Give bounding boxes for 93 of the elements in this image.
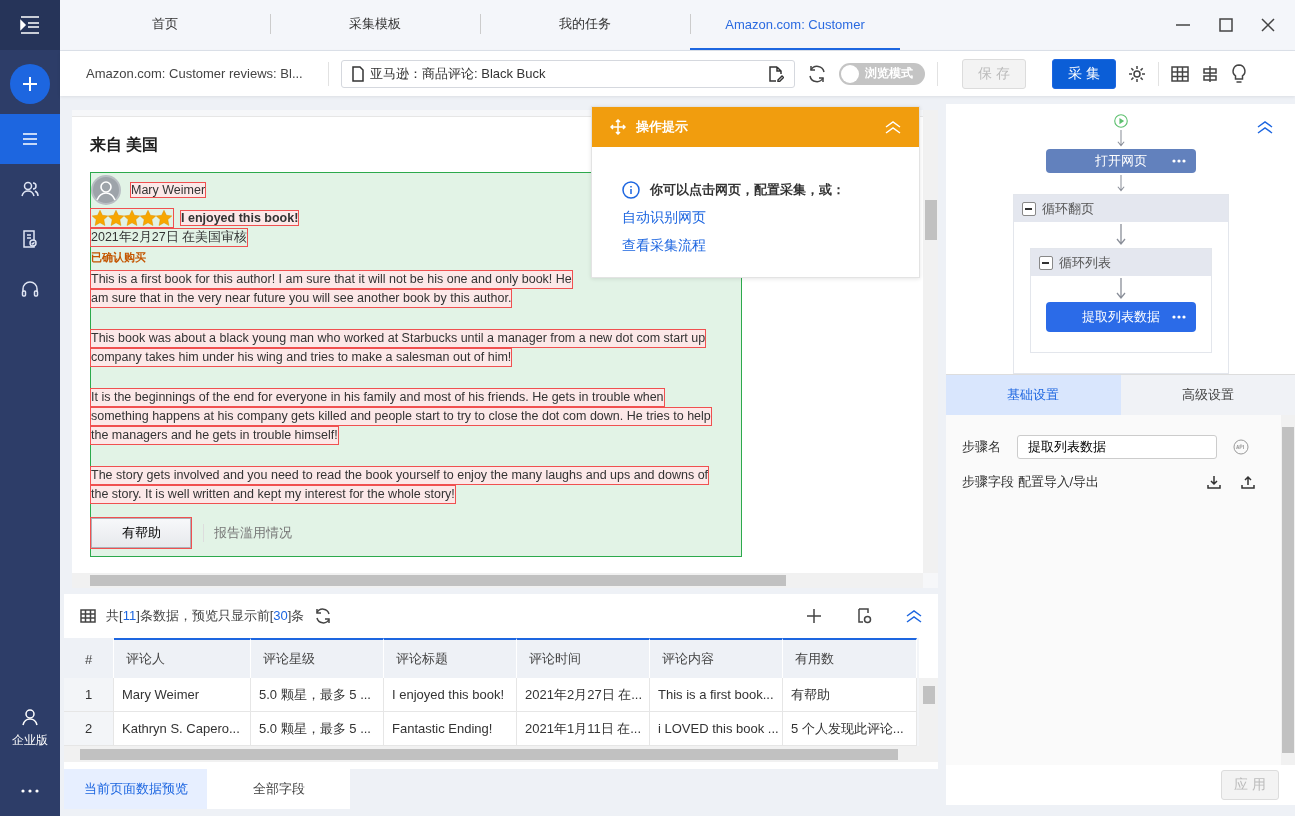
verified-label: 已确认购买 [91,250,146,265]
flow-arrow [1115,174,1126,192]
loop-header[interactable]: 循环列表 [1030,249,1211,276]
page-title: Amazon.com: Customer reviews: Bl... [86,66,304,81]
tip-message: 你可以点击网页，配置采集，或： [650,181,845,199]
table-cell: 5 个人发现此评论... [783,712,917,746]
collapse-toggle[interactable] [1021,201,1036,216]
flow-step[interactable]: 提取列表数据 [1045,302,1196,332]
table-cell: 有帮助 [783,678,917,712]
reviewer-name[interactable]: Mary Weimer [131,183,206,197]
tip-link[interactable]: 查看采集流程 [622,237,889,255]
menu-icon[interactable] [19,15,41,35]
info-icon[interactable] [622,181,640,199]
layout-icon[interactable] [1201,64,1219,83]
settings-tab[interactable]: 高级设置 [1120,375,1295,415]
table-cell: 5.0 颗星，最多 5 ... [251,712,384,746]
more-icon[interactable] [21,789,39,793]
flow-arrow [1115,278,1126,300]
table-cell: Mary Weimer [114,678,251,712]
collapse-icon[interactable] [906,609,922,623]
user-icon[interactable] [21,708,39,726]
column-header[interactable]: 评论星级 [251,638,384,678]
settings-icon[interactable] [1128,64,1146,83]
loop-label: 循环列表 [1058,253,1111,272]
refresh-icon[interactable] [807,63,827,84]
plus-icon[interactable] [806,608,822,624]
close-icon[interactable] [1261,18,1275,32]
panel-tab[interactable]: 当前页面数据预览 [64,769,207,809]
column-header[interactable]: 评论时间 [517,638,650,678]
tip-title: 操作提示 [636,118,689,136]
collapse-toggle[interactable] [1038,255,1053,270]
review-title[interactable]: I enjoyed this book! [181,211,299,225]
table-cell: I enjoyed this book! [384,678,517,712]
scrollbar[interactable] [1281,415,1295,765]
bulb-icon[interactable] [1231,63,1247,84]
address-field[interactable]: 亚马逊：商品评论: Black Buck [341,59,795,88]
column-header[interactable]: 评论标题 [384,638,517,678]
row-number: 2 [64,712,114,746]
tab[interactable]: 首页 [60,0,270,50]
section-heading: 来自 美国 [90,135,160,155]
headset-icon [20,279,40,299]
edit-icon[interactable] [768,65,784,82]
collapse-icon[interactable] [1257,120,1273,134]
column-header[interactable]: 评论内容 [650,638,783,678]
maximize-icon[interactable] [1219,18,1233,32]
table-cell: 2021年1月11日 在... [517,712,650,746]
loop-header[interactable]: 循环翻页 [1013,195,1228,222]
tip-link[interactable]: 自动识别网页 [622,209,889,227]
step-name-field[interactable]: 提取列表数据 [1017,435,1217,459]
table-icon[interactable] [1171,65,1189,82]
table-cell: 2021年2月27日 在... [517,678,650,712]
edition-label[interactable]: 企业版 [12,732,48,749]
flow-arrow [1115,224,1126,246]
flow-arrow [1115,130,1126,148]
column-header[interactable]: 评论人 [114,638,251,678]
start-icon[interactable] [1111,114,1130,129]
scrollbar[interactable] [919,678,938,746]
column-header[interactable]: 有用数 [783,638,917,678]
table-cell: 5.0 颗星，最多 5 ... [251,678,384,712]
avatar-icon [91,175,121,205]
scrollbar[interactable] [923,110,938,573]
field-settings-icon[interactable] [856,608,872,624]
add-button[interactable] [10,64,50,104]
sidebar-item[interactable] [0,114,60,164]
helpful-button[interactable]: 有帮助 [91,518,191,548]
scrollbar[interactable] [72,573,923,588]
flow-step[interactable]: 打开网页 [1045,149,1196,173]
import-icon[interactable] [1207,475,1221,489]
review-date: 2021年2月27日 在美国审核 [91,229,248,246]
table-cell: Kathryn S. Capero... [114,712,251,746]
table-cell: i LOVED this book ... [650,712,783,746]
record-summary: 共[11]条数据，预览只显示前[30]条 [106,607,305,625]
scrollbar[interactable] [64,746,938,762]
row-number: 1 [64,678,114,712]
field-label: 步骤名 [962,438,1001,456]
table-cell: This is a first book... [650,678,783,712]
panel-tab[interactable]: 全部字段 [207,769,350,809]
table-icon[interactable] [80,609,96,623]
refresh-icon[interactable] [314,607,333,625]
export-icon[interactable] [1241,475,1255,489]
more-icon[interactable] [1171,315,1186,319]
report-link[interactable]: 报告滥用情况 [203,524,292,542]
loop-label: 循环翻页 [1041,199,1094,218]
table-cell: Fantastic Ending! [384,712,517,746]
field-label: 步骤字段 配置导入/导出 [962,473,1101,491]
tab[interactable]: 我的任务 [480,0,690,50]
people-icon [20,179,40,199]
document-icon[interactable] [352,65,364,82]
column-header[interactable]: # [64,638,114,678]
collect-button[interactable]: 采 集 [1052,58,1116,89]
tab[interactable]: 采集模板 [270,0,480,50]
document-icon [20,229,40,249]
settings-tab[interactable]: 基础设置 [946,375,1121,415]
